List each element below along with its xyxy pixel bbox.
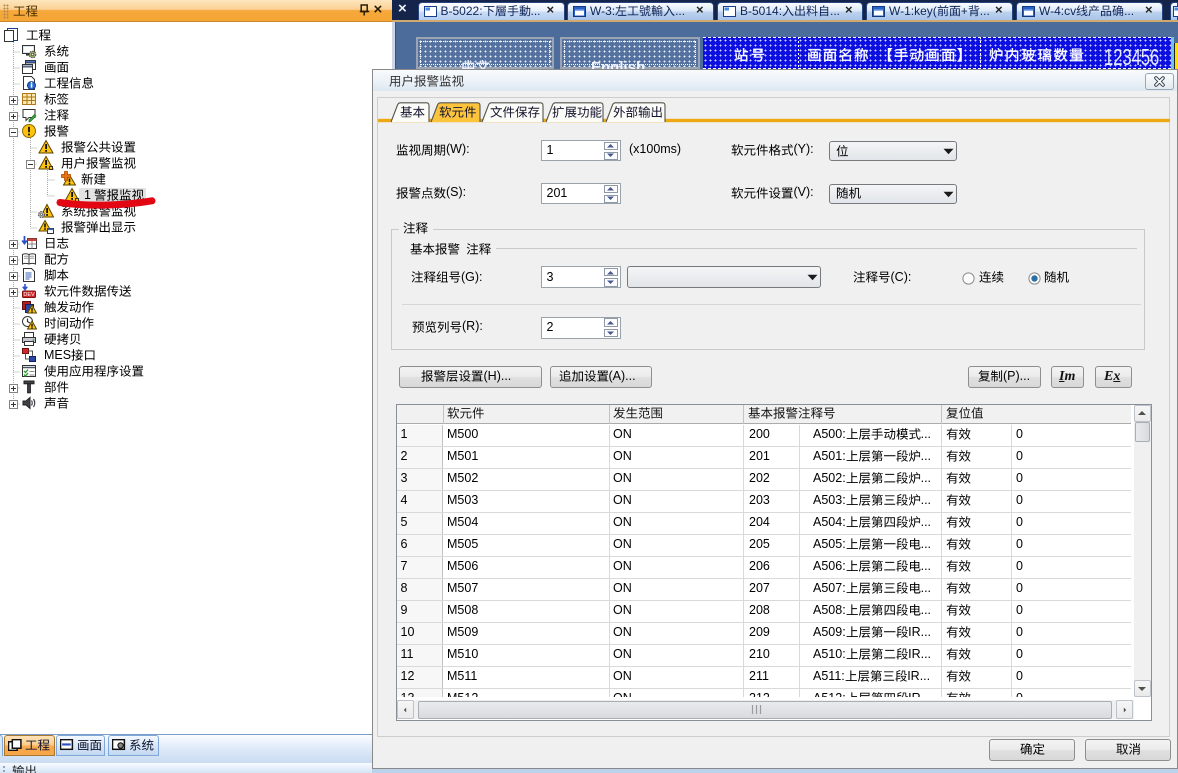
svg-text:DEV: DEV <box>23 292 35 298</box>
